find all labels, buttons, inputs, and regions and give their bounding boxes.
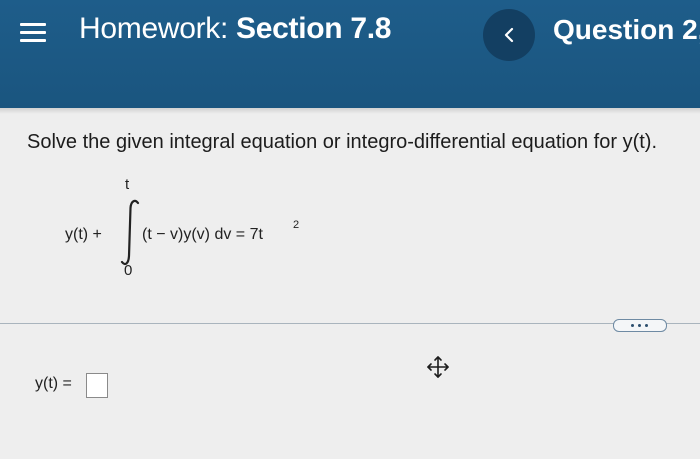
equation-lhs: y(t) + — [65, 226, 102, 243]
answer-input[interactable] — [86, 373, 108, 398]
homework-title: Homework: Section 7.8 — [79, 12, 391, 46]
question-number-label: Question 2, — [553, 14, 700, 45]
integral-upper-limit: t — [125, 176, 130, 193]
move-cursor-icon — [427, 356, 449, 378]
homework-title-prefix: Homework: — [79, 12, 228, 45]
section-divider — [0, 323, 700, 324]
more-options-dot — [645, 324, 648, 327]
more-options-dot — [638, 324, 641, 327]
header-bar: Homework: Section 7.8 Question 2, — [0, 0, 700, 108]
hamburger-menu-icon[interactable] — [20, 22, 46, 44]
integral-equation: y(t) + t 0 (t − v)y(v) dv = 7t 2 — [65, 176, 405, 286]
homework-title-section: Section 7.8 — [236, 12, 392, 45]
integral-lower-limit: 0 — [124, 262, 133, 279]
more-options-icon — [631, 324, 634, 327]
header-shadow — [0, 108, 700, 114]
answer-label: y(t) = — [35, 375, 72, 392]
equation-integrand: (t − v)y(v) dv = 7t — [142, 226, 263, 243]
more-options-button[interactable] — [613, 319, 667, 332]
integral-sign-icon — [120, 199, 140, 266]
equation-exponent: 2 — [293, 219, 300, 231]
question-prompt: Solve the given integral equation or int… — [27, 131, 658, 153]
chevron-left-icon — [504, 27, 514, 43]
previous-question-button[interactable] — [483, 9, 535, 61]
